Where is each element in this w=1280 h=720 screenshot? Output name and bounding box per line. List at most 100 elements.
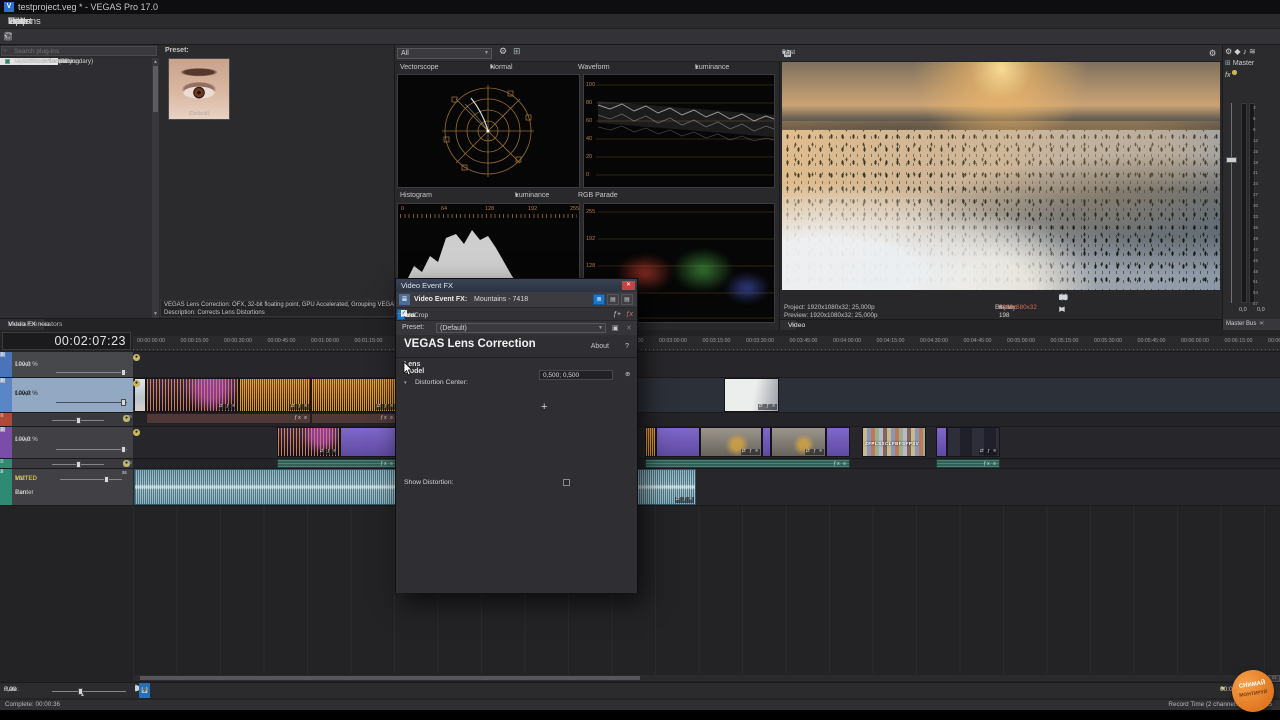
timeline-ruler[interactable]: 00:00:00:0000:00:15:0000:00:30:0000:00:4…: [133, 336, 1280, 352]
video-event[interactable]: ⇄ ƒ ≡: [311, 378, 397, 412]
solo-icon[interactable]: ●: [133, 354, 140, 361]
slider-handle[interactable]: [121, 399, 126, 406]
slider-handle[interactable]: [76, 417, 81, 424]
help-link[interactable]: ?: [625, 343, 629, 350]
bus-fx-icons[interactable]: ƒx ≡: [833, 460, 847, 467]
video-event[interactable]: [936, 427, 947, 457]
track-grip[interactable]: ≡: [0, 413, 12, 426]
plugin-item[interactable]: Pinch/Punch: [0, 58, 49, 65]
video-event[interactable]: ⇄ ƒ ≡: [947, 427, 1000, 457]
track-header-2-selected[interactable]: ≡▤ ●● Level: 100,0 %: [0, 378, 133, 413]
preview-gear-icon[interactable]: ⚙: [1205, 45, 1220, 61]
track-grip[interactable]: ≡▤: [0, 427, 12, 458]
bus-event[interactable]: ƒx ≡: [936, 459, 1000, 468]
bus-slider[interactable]: [52, 420, 104, 421]
preset-thumbnail[interactable]: (Default): [168, 58, 230, 120]
clip-fx-icons[interactable]: ⇄ ƒ ≡: [218, 404, 237, 410]
scrollbar-thumb[interactable]: [153, 66, 158, 112]
scope-filter-dropdown[interactable]: All▼: [397, 48, 492, 59]
close-icon[interactable]: ✕: [1256, 319, 1264, 330]
track-header-4[interactable]: ≡▤ ●● Level: 100,0 %: [0, 427, 133, 459]
slider-handle[interactable]: [104, 476, 109, 483]
video-event[interactable]: ⇄ ƒ ≡: [724, 378, 779, 412]
histogram-mode-dropdown[interactable]: Luminance ▾: [515, 190, 519, 202]
video-event[interactable]: [826, 427, 850, 457]
bus-event[interactable]: ƒx ≡: [311, 413, 397, 424]
scope-settings-icon[interactable]: ⚙: [499, 46, 507, 57]
show-distortion-checkbox[interactable]: [563, 479, 570, 486]
mixer-settings-icon[interactable]: ⚙: [1225, 47, 1232, 56]
tab-master-bus[interactable]: Master Bus▫✕: [1223, 319, 1280, 330]
distortion-center-crosshair[interactable]: +: [541, 401, 547, 413]
bus-fx-icons[interactable]: ƒx ≡: [380, 414, 394, 423]
redo-dropdown-icon[interactable]: ▾: [0, 29, 16, 45]
scope-layout-icon[interactable]: ⊞: [513, 46, 521, 57]
timecode-display[interactable]: 00:02:07:23: [2, 332, 131, 350]
clip-fx-icons[interactable]: ⇄ ƒ ≡: [758, 404, 777, 410]
level-slider[interactable]: [56, 449, 127, 450]
slider-handle[interactable]: [121, 446, 126, 453]
level-slider[interactable]: [56, 372, 127, 373]
track-header-3[interactable]: ≡ ●● 36: [0, 413, 133, 427]
bus-slider[interactable]: [52, 464, 104, 465]
collapse-icon[interactable]: ▾: [404, 380, 407, 386]
downmix-icon[interactable]: ◆: [1234, 47, 1240, 56]
level-slider[interactable]: [56, 402, 127, 403]
plugin-search-box[interactable]: ○: [1, 46, 157, 56]
video-event[interactable]: [656, 427, 700, 457]
save-preset-icon[interactable]: ▣: [612, 322, 619, 336]
scroll-up-icon[interactable]: ▲: [152, 58, 159, 66]
video-event[interactable]: [645, 427, 656, 457]
track-grip[interactable]: ≡: [0, 459, 12, 468]
plugin-list-scrollbar[interactable]: ▲ ▼: [152, 58, 159, 318]
meter-options-icon[interactable]: ≋: [1249, 47, 1256, 56]
distortion-center-value[interactable]: 0,500; 0,500: [539, 370, 613, 380]
bus-event[interactable]: ƒx ≡: [146, 413, 311, 424]
clip-fx-icons[interactable]: ⇄ ƒ ≡: [741, 449, 760, 455]
waveform-mode-dropdown[interactable]: Luminance ▾: [695, 62, 699, 74]
video-event[interactable]: ⇄ ƒ ≡: [277, 427, 340, 457]
preset-dropdown[interactable]: (Default)▼: [436, 323, 606, 333]
timeline-scrollbar[interactable]: [133, 675, 1240, 681]
rate-slider[interactable]: [52, 691, 126, 692]
video-event[interactable]: ⇄ ƒ ≡: [700, 427, 762, 457]
clip-fx-icons[interactable]: ⇄ ƒ ≡: [805, 449, 824, 455]
speaker-icon[interactable]: ♪: [1243, 47, 1247, 56]
dialog-title-bar[interactable]: Video Event FX ✕: [396, 279, 637, 292]
layout-grid2-button[interactable]: ▤: [621, 294, 633, 305]
track-grip[interactable]: ≡♪: [0, 469, 12, 505]
master-fader-track[interactable]: [1231, 103, 1232, 303]
layout-grid-button[interactable]: ▤: [607, 294, 619, 305]
bus-event[interactable]: ƒx ≡: [645, 459, 850, 468]
help-pointer-button[interactable]: ?: [139, 683, 150, 698]
solo-icon[interactable]: [1232, 70, 1237, 75]
master-fader-handle[interactable]: [1226, 157, 1237, 163]
add-fx-icon[interactable]: ƒ+: [613, 308, 621, 321]
animate-icon[interactable]: ⊕: [625, 370, 630, 378]
track-header-1[interactable]: ≡▤ ●● Level: 100,0 %: [0, 352, 133, 378]
search-input[interactable]: [12, 47, 152, 55]
scroll-down-icon[interactable]: ▼: [152, 310, 159, 318]
preview-menu-button[interactable]: ≡: [1057, 292, 1067, 304]
volume-slider[interactable]: [60, 479, 122, 480]
solo-icon[interactable]: ●: [133, 429, 140, 436]
delete-preset-icon[interactable]: ✕: [626, 322, 632, 336]
slider-handle[interactable]: [121, 369, 126, 376]
bus-fx-icons[interactable]: ƒx ≡: [294, 414, 308, 423]
layout-list-button[interactable]: ≣: [593, 294, 605, 305]
about-link[interactable]: About: [591, 343, 609, 350]
track-grip[interactable]: ≡▤: [0, 378, 12, 412]
track-header-6-audio[interactable]: ≡♪ Vol: MUTED Pan: Center ▾ 12243648: [0, 469, 133, 506]
pan-dropdown-icon[interactable]: ▾: [15, 489, 18, 496]
clip-fx-icons[interactable]: ⇄ ƒ ≡: [319, 449, 338, 455]
video-event[interactable]: [340, 427, 397, 457]
track-row[interactable]: [133, 352, 1280, 378]
bus-event[interactable]: ƒx ≡: [277, 459, 397, 468]
clip-fx-icons[interactable]: ⇄ ƒ ≡: [979, 449, 998, 455]
scrollbar-thumb[interactable]: [140, 676, 640, 680]
close-icon[interactable]: ✕: [622, 281, 635, 290]
remove-fx-icon[interactable]: ƒx: [626, 308, 633, 321]
clip-fx-icons[interactable]: ⇄ ƒ ≡: [376, 404, 395, 410]
slider-handle[interactable]: [76, 461, 81, 468]
track-header-5[interactable]: ≡ ●● 36: [0, 459, 133, 469]
